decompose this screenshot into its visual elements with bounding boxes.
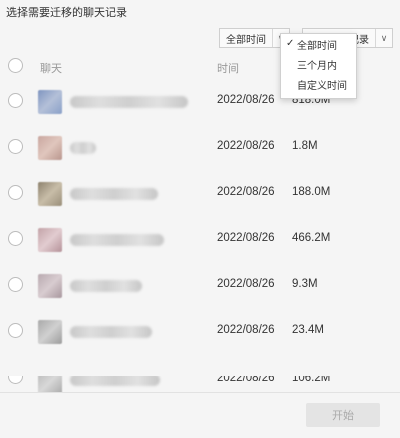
menu-item-three-months[interactable]: 三个月内 (281, 54, 356, 74)
avatar (38, 136, 62, 160)
chat-date: 2022/08/26 (217, 232, 275, 244)
chat-name-blurred (70, 326, 152, 338)
footer-bar: 开始 (0, 392, 400, 438)
row-checkbox[interactable] (8, 323, 23, 338)
avatar (38, 228, 62, 252)
check-icon: ✓ (286, 38, 295, 49)
chat-date: 2022/08/26 (217, 324, 275, 336)
avatar (38, 90, 62, 114)
time-filter-label: 全部时间 (220, 29, 273, 47)
chat-date: 2022/08/26 (217, 278, 275, 290)
avatar (38, 182, 62, 206)
table-row[interactable]: 2022/08/26 106.2M (0, 376, 400, 392)
row-checkbox[interactable] (8, 185, 23, 200)
start-button[interactable]: 开始 (306, 403, 380, 427)
chat-size: 1.8M (292, 140, 318, 152)
menu-item-label: 全部时间 (297, 40, 337, 52)
chat-size: 23.4M (292, 324, 324, 336)
avatar (38, 376, 62, 392)
chat-size: 106.2M (292, 376, 331, 384)
row-checkbox[interactable] (8, 139, 23, 154)
chat-date: 2022/08/26 (217, 94, 275, 106)
title-bar: 选择需要迁移的聊天记录 (0, 0, 400, 26)
select-all-checkbox[interactable] (8, 58, 23, 73)
menu-item-custom-time[interactable]: 自定义时间 (281, 74, 356, 94)
menu-item-label: 三个月内 (297, 60, 337, 72)
chevron-down-icon[interactable]: ∨ (376, 29, 392, 47)
chat-name-blurred (70, 280, 142, 292)
chat-date: 2022/08/26 (217, 186, 275, 198)
chat-size: 466.2M (292, 232, 331, 244)
column-header-time: 时间 (217, 63, 239, 75)
chat-date: 2022/08/26 (217, 376, 275, 384)
row-checkbox[interactable] (8, 376, 23, 384)
chat-size: 9.3M (292, 278, 318, 290)
menu-item-all-time[interactable]: ✓ 全部时间 (281, 34, 356, 54)
row-checkbox[interactable] (8, 93, 23, 108)
chat-name-blurred (70, 96, 188, 108)
avatar (38, 274, 62, 298)
row-checkbox[interactable] (8, 277, 23, 292)
window-title: 选择需要迁移的聊天记录 (6, 7, 127, 19)
chat-name-blurred (70, 376, 160, 386)
chat-name-blurred (70, 234, 164, 246)
menu-item-label: 自定义时间 (297, 80, 347, 92)
avatar (38, 320, 62, 344)
chat-size: 188.0M (292, 186, 331, 198)
chat-name-blurred (70, 188, 158, 200)
time-filter-menu: ✓ 全部时间 三个月内 自定义时间 (280, 33, 357, 99)
row-checkbox[interactable] (8, 231, 23, 246)
chat-name-blurred (70, 142, 96, 154)
chat-date: 2022/08/26 (217, 140, 275, 152)
table-row[interactable]: 2022/08/26 23.4M (0, 320, 400, 376)
column-header-chat: 聊天 (40, 63, 62, 75)
